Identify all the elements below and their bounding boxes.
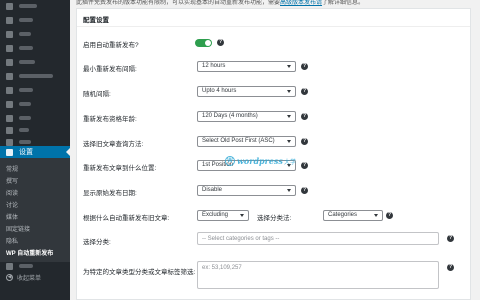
brush-icon <box>6 100 13 108</box>
watermark-suffix: 大学 <box>283 159 296 166</box>
help-icon[interactable]: ? <box>301 187 308 194</box>
setting-label-position: 重新发布文章到什么位置: <box>83 165 157 172</box>
categories-multiselect[interactable]: -- Select categories or tags -- <box>197 232 439 245</box>
sidebar-item-appearance[interactable] <box>0 98 70 110</box>
panel-title: 配置设置 <box>83 17 109 24</box>
help-icon[interactable]: ? <box>386 212 393 219</box>
setting-label-query-method: 选择旧文章查询方法: <box>83 141 144 148</box>
taxonomy-select[interactable]: Categories <box>323 210 383 221</box>
dashboard-icon <box>6 2 13 10</box>
submenu-item[interactable]: 撰写 <box>6 176 18 185</box>
wrench-icon <box>6 138 13 146</box>
cart-icon <box>6 72 13 80</box>
query-method-select[interactable]: Select Old Post First (ASC) <box>197 136 296 147</box>
product-icon <box>6 86 13 94</box>
submenu-item[interactable]: 阅读 <box>6 188 18 197</box>
submenu-item[interactable]: 媒体 <box>6 212 18 221</box>
help-icon[interactable]: ? <box>301 162 308 169</box>
setting-label-eligibility-age: 重新发布资格年龄: <box>83 116 137 123</box>
wordpress-logo-icon: W <box>225 156 235 166</box>
sidebar-item-media[interactable] <box>0 28 70 40</box>
republish-basis-select[interactable]: Excluding <box>197 210 249 221</box>
collapse-label: 收起菜单 <box>17 275 42 282</box>
filter-textarea[interactable]: ex: 53,109,257 <box>197 261 439 289</box>
submenu-item[interactable]: 隐私 <box>6 236 18 245</box>
help-icon[interactable]: ? <box>301 138 308 145</box>
submenu-item[interactable]: 讨论 <box>6 200 18 209</box>
help-icon[interactable]: ? <box>447 235 454 242</box>
sidebar-item-settings[interactable]: 设置 <box>0 146 70 158</box>
settings-icon <box>6 148 13 156</box>
media-icon <box>6 30 13 38</box>
min-interval-select[interactable]: 12 hours <box>197 61 296 72</box>
setting-label-min-interval: 最小重新发布间隔: <box>83 66 137 73</box>
help-icon[interactable]: ? <box>301 88 308 95</box>
help-icon[interactable]: ? <box>301 63 308 70</box>
setting-label-republish-basis: 根据什么自动重新发布旧文章: <box>83 215 170 222</box>
enable-republish-toggle[interactable] <box>195 39 212 47</box>
help-icon[interactable]: ? <box>301 113 308 120</box>
sidebar-item-users[interactable] <box>0 124 70 136</box>
notice-text: 此插件免费发布的版本功能有限制，可以实现基本的自动重新发布功能，需要高级版本发布… <box>76 0 365 6</box>
notice-link[interactable]: 高级版本发布请 <box>280 0 322 6</box>
setting-label-filter: 为特定的文章类型分类或文章标签筛选: <box>83 269 196 276</box>
submenu-item-current[interactable]: WP 自动重新发布 <box>6 248 53 257</box>
setting-label-enable: 启用自动重新发布? <box>83 42 139 49</box>
setting-label-original-date: 显示原始发布日期: <box>83 190 137 197</box>
taxonomy-label: 选择分类法: <box>257 215 292 222</box>
plugin-icon <box>6 114 13 122</box>
watermark-logo: W wordpress 大学 <box>225 156 296 166</box>
sidebar-item-posts[interactable] <box>0 14 70 26</box>
collapse-menu-button[interactable]: ◀ 收起菜单 <box>0 272 70 282</box>
comment-icon <box>6 58 13 66</box>
help-icon[interactable]: ? <box>217 39 224 46</box>
help-icon[interactable]: ? <box>447 264 454 271</box>
sidebar-item-label: 设置 <box>19 149 33 156</box>
submenu-item[interactable]: 常规 <box>6 164 18 173</box>
watermark-text: wordpress <box>237 156 283 166</box>
setting-label-random-interval: 随机间隔: <box>83 91 111 98</box>
sidebar-item-extra[interactable] <box>0 260 70 272</box>
admin-sidebar: 设置 常规 撰写 阅读 讨论 媒体 固定链接 隐私 WP 自动重新发布 ◀ 收起菜… <box>0 0 70 300</box>
page-icon <box>6 44 13 52</box>
panel-header: 配置设置 <box>77 9 470 27</box>
pin-icon <box>6 16 13 24</box>
random-interval-select[interactable]: Upto 4 hours <box>197 86 296 97</box>
user-icon <box>6 126 13 134</box>
sidebar-item-pages[interactable] <box>0 42 70 54</box>
eligibility-age-select[interactable]: 120 Days (4 months) <box>197 111 296 122</box>
sidebar-item-products[interactable] <box>0 84 70 96</box>
setting-label-categories: 选择分类: <box>83 239 111 246</box>
sidebar-item-plugins[interactable] <box>0 112 70 124</box>
submenu-item[interactable]: 固定链接 <box>6 224 30 233</box>
extra-icon <box>6 262 13 270</box>
settings-panel: 配置设置 启用自动重新发布? ? 最小重新发布间隔: 12 hours ? 随机… <box>76 8 471 300</box>
sidebar-item-woocommerce[interactable] <box>0 70 70 82</box>
collapse-icon: ◀ <box>6 273 13 281</box>
sidebar-item-dashboard[interactable] <box>0 0 70 12</box>
original-date-select[interactable]: Disable <box>197 185 296 196</box>
settings-submenu: 常规 撰写 阅读 讨论 媒体 固定链接 隐私 WP 自动重新发布 <box>0 158 70 262</box>
sidebar-item-comments[interactable] <box>0 56 70 68</box>
